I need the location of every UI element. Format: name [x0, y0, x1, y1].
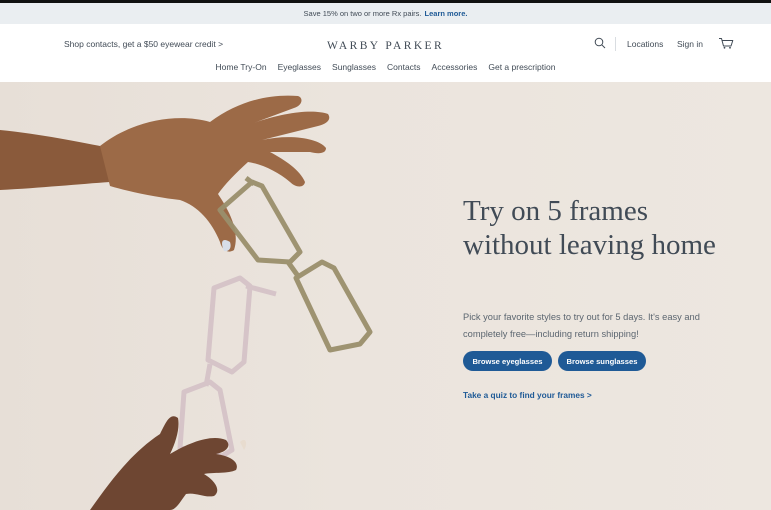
browse-sunglasses-button[interactable]: Browse sunglasses	[558, 351, 646, 371]
hero-headline: Try on 5 frames without leaving home	[463, 195, 716, 261]
sign-in-link[interactable]: Sign in	[677, 39, 703, 49]
nav-item-eyeglasses[interactable]: Eyeglasses	[278, 62, 321, 72]
main-nav: Home Try-On Eyeglasses Sunglasses Contac…	[0, 62, 771, 72]
quiz-link[interactable]: Take a quiz to find your frames >	[463, 390, 592, 400]
site-header: Shop contacts, get a $50 eyewear credit …	[0, 24, 771, 82]
promo-banner: Save 15% on two or more Rx pairs. Learn …	[0, 3, 771, 24]
nav-item-accessories[interactable]: Accessories	[432, 62, 478, 72]
header-divider	[615, 37, 616, 51]
cart-icon[interactable]	[718, 37, 734, 49]
nav-item-contacts[interactable]: Contacts	[387, 62, 421, 72]
nav-item-sunglasses[interactable]: Sunglasses	[332, 62, 376, 72]
shop-contacts-label: Shop contacts, get a $50 eyewear credit	[64, 39, 216, 49]
browse-eyeglasses-button[interactable]: Browse eyeglasses	[463, 351, 552, 371]
hero-section: Try on 5 frames without leaving home Pic…	[0, 82, 771, 510]
hero-image	[0, 95, 373, 510]
nav-item-home-try-on[interactable]: Home Try-On	[216, 62, 267, 72]
promo-text: Save 15% on two or more Rx pairs.	[303, 9, 422, 18]
nav-item-get-a-prescription[interactable]: Get a prescription	[488, 62, 555, 72]
search-icon[interactable]	[594, 37, 606, 49]
promo-learn-more-link[interactable]: Learn more.	[425, 9, 468, 18]
shop-contacts-link[interactable]: Shop contacts, get a $50 eyewear credit …	[64, 39, 223, 49]
hero-subtext: Pick your favorite styles to try out for…	[463, 312, 700, 339]
chevron-right-icon: >	[218, 39, 224, 49]
locations-link[interactable]: Locations	[627, 39, 663, 49]
